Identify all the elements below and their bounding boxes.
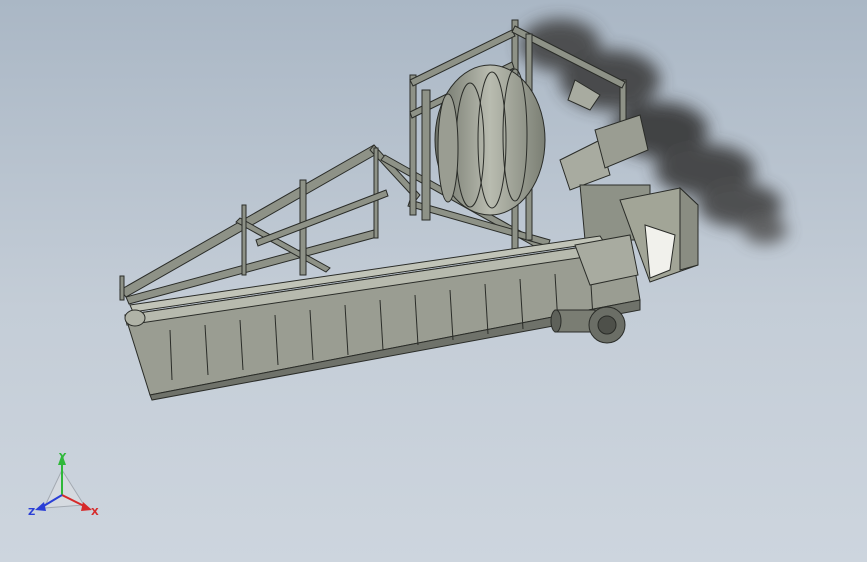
x-axis-label: X — [91, 507, 99, 518]
z-axis-label: Z — [28, 507, 35, 518]
graphics-viewport[interactable]: Y X Z — [0, 0, 867, 562]
axis-triad-icon: Y X Z — [28, 452, 99, 518]
y-axis-label: Y — [58, 452, 67, 463]
z-axis-arrow — [35, 502, 46, 511]
